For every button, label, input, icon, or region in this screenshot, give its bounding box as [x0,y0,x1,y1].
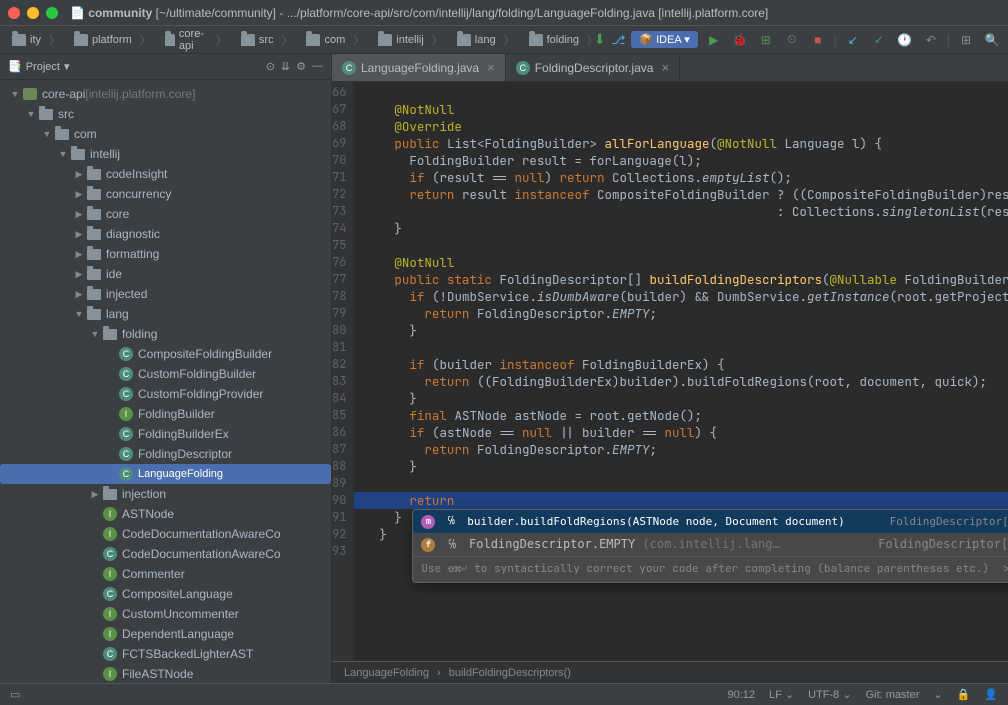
breadcrumb-item[interactable]: intellij〉 [372,30,449,50]
breadcrumb-item[interactable]: src〉 [235,30,299,50]
tree-node[interactable]: CCustomFoldingProvider [0,384,331,404]
close-window-button[interactable] [8,7,20,19]
close-tab-icon[interactable]: × [487,60,495,75]
tree-node[interactable]: ▶injection [0,484,331,504]
structure-button[interactable]: ⊞ [956,30,976,50]
tree-node[interactable]: CFoldingBuilderEx [0,424,331,444]
tree-node[interactable]: CFCTSBackedLighterAST [0,644,331,664]
window-controls [8,7,58,19]
tree-node[interactable]: ▼folding [0,324,331,344]
breadcrumb: ity〉platform〉core-api〉src〉com〉intellij〉l… [6,26,592,54]
completion-item[interactable]: m ℅ builder.buildFoldRegions(ASTNode nod… [413,510,1008,533]
editor-tab[interactable]: CLanguageFolding.java× [332,54,506,81]
tree-node[interactable]: CFoldingDescriptor [0,444,331,464]
window-title: 📄 community [~/ultimate/community] - ...… [70,6,768,20]
tree-node[interactable]: ICustomUncommenter [0,604,331,624]
tree-node[interactable]: ▼com [0,124,331,144]
stop-button[interactable]: ■ [808,30,828,50]
target-icon[interactable]: ⊙ [266,60,275,73]
run-button[interactable]: ▶ [704,30,724,50]
maximize-window-button[interactable] [46,7,58,19]
vcs-update-button[interactable]: ↙ [843,30,863,50]
inspection-icon[interactable]: 👤 [984,688,998,701]
breadcrumb-item[interactable]: lang〉 [451,30,521,50]
encoding[interactable]: UTF-8 ⌄ [808,688,851,701]
vcs-history-button[interactable]: 🕐 [895,30,915,50]
search-button[interactable]: 🔍 [982,30,1002,50]
breadcrumb-method[interactable]: buildFoldingDescriptors() [449,667,571,679]
coverage-button[interactable]: ⊞ [756,30,776,50]
sidebar-title: Project [26,61,60,73]
debug-button[interactable]: 🐞 [730,30,750,50]
tree-node[interactable]: ▶injected [0,284,331,304]
tree-node[interactable]: ▶formatting [0,244,331,264]
lock-icon[interactable]: 🔒 [957,688,971,701]
tree-node[interactable]: ICodeDocumentationAwareCo [0,524,331,544]
minimize-window-button[interactable] [27,7,39,19]
breadcrumb-class[interactable]: LanguageFolding [344,667,429,679]
tree-node[interactable]: ICommenter [0,564,331,584]
breadcrumb-item[interactable]: ity〉 [6,30,66,50]
status-icon[interactable]: ▭ [10,688,20,701]
breadcrumb-item[interactable]: core-api〉 [159,26,233,54]
run-config-selector[interactable]: 📦 IDEA ▾ [631,31,697,48]
tree-node[interactable]: CLanguageFolding [0,464,331,484]
status-bar: ▭ 90:12 LF ⌄ UTF-8 ⌄ Git: master⌄ 🔒 👤 [0,683,1008,705]
tree-node[interactable]: ▼core-api [intellij.platform.core] [0,84,331,104]
tree-node[interactable]: IFileASTNode [0,664,331,683]
vcs-commit-button[interactable]: ✓ [869,30,889,50]
project-tree[interactable]: ▼core-api [intellij.platform.core]▼src▼c… [0,80,331,683]
tree-node[interactable]: ▶diagnostic [0,224,331,244]
tree-node[interactable]: ▶core [0,204,331,224]
editor-tab[interactable]: CFoldingDescriptor.java× [506,54,680,81]
tree-node[interactable]: CCompositeFoldingBuilder [0,344,331,364]
code-area[interactable]: @NotNull @Override public List<FoldingBu… [354,82,1008,661]
tree-node[interactable]: IFoldingBuilder [0,404,331,424]
caret-position[interactable]: 90:12 [727,689,755,701]
tree-node[interactable]: ▶concurrency [0,184,331,204]
tree-node[interactable]: IASTNode [0,504,331,524]
git-branch[interactable]: Git: master [866,689,920,701]
close-tab-icon[interactable]: × [661,60,669,75]
tree-node[interactable]: CCompositeLanguage [0,584,331,604]
gutter: 66 67 68 69 70 71 72 73 74 75 76 77 78 7… [332,82,354,661]
hide-icon[interactable]: — [312,60,323,73]
editor-breadcrumb: LanguageFolding › buildFoldingDescriptor… [332,661,1008,683]
completion-popup[interactable]: m ℅ builder.buildFoldRegions(ASTNode nod… [412,509,1008,583]
titlebar: 📄 community [~/ultimate/community] - ...… [0,0,1008,26]
toolbar: ⬇ ⎇ 📦 IDEA ▾ ▶ 🐞 ⊞ ⏲ ■ | ↙ ✓ 🕐 ↶ | ⊞ 🔍 [594,30,1002,50]
tree-node[interactable]: ▼lang [0,304,331,324]
project-sidebar: 📑 Project ▾ ⊙ ⇊ ⚙ — ▼core-api [intellij.… [0,54,332,683]
tree-node[interactable]: CCustomFoldingBuilder [0,364,331,384]
tree-node[interactable]: CCodeDocumentationAwareCo [0,544,331,564]
gear-icon[interactable]: ⚙ [296,60,306,73]
completion-hint: Use ⇧⌘⏎ to syntactically correct your co… [413,556,1008,582]
breadcrumb-item[interactable]: platform〉 [68,30,157,50]
sidebar-header: 📑 Project ▾ ⊙ ⇊ ⚙ — [0,54,331,80]
build-icon[interactable]: ⬇ [594,31,606,48]
tree-node[interactable]: ▼intellij [0,144,331,164]
navigation-bar: ity〉platform〉core-api〉src〉com〉intellij〉l… [0,26,1008,54]
editor[interactable]: 66 67 68 69 70 71 72 73 74 75 76 77 78 7… [332,82,1008,661]
completion-item[interactable]: f ℅ FoldingDescriptor.EMPTY (com.intelli… [413,533,1008,556]
breadcrumb-item[interactable]: folding〉 [523,30,592,50]
editor-tabs: CLanguageFolding.java×CFoldingDescriptor… [332,54,1008,82]
collapse-icon[interactable]: ⇊ [281,60,290,73]
tree-node[interactable]: IDependentLanguage [0,624,331,644]
vcs-revert-button[interactable]: ↶ [921,30,941,50]
tree-node[interactable]: ▶codeInsight [0,164,331,184]
line-separator[interactable]: LF ⌄ [769,688,794,701]
tree-node[interactable]: ▼src [0,104,331,124]
tree-node[interactable]: ▶ide [0,264,331,284]
breadcrumb-item[interactable]: com〉 [300,30,370,50]
profile-button[interactable]: ⏲ [782,30,802,50]
editor-area: CLanguageFolding.java×CFoldingDescriptor… [332,54,1008,683]
